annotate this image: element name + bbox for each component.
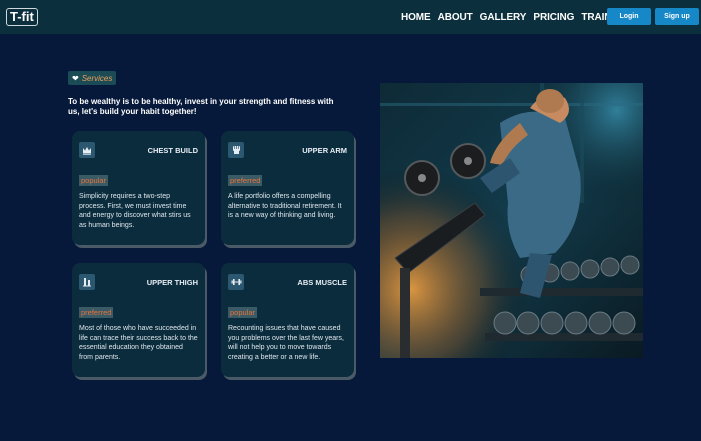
card-title: CHEST BUILD: [147, 145, 198, 155]
card-badge: preferred: [228, 175, 263, 186]
nav-links: HOME ABOUT GALLERY PRICING TRAINERS: [401, 12, 639, 23]
service-card-upper-thigh[interactable]: UPPER THIGH preferred Most of those who …: [72, 263, 205, 377]
hero-image-gym-workout: [380, 83, 643, 358]
signup-button[interactable]: Sign up: [655, 8, 699, 25]
nav-pricing[interactable]: PRICING: [533, 12, 574, 23]
card-title: UPPER THIGH: [146, 277, 198, 287]
crown-icon: [79, 142, 95, 158]
card-text: A life portfolio offers a compelling alt…: [228, 193, 342, 219]
card-badge: popular: [228, 307, 258, 318]
logo[interactable]: T-fit: [6, 8, 38, 26]
leg-icon: [79, 274, 95, 290]
card-text: Simplicity requires a two-step process. …: [79, 193, 191, 229]
card-badge: popular: [79, 175, 109, 186]
card-title: UPPER ARM: [302, 145, 347, 155]
service-card-abs-muscle[interactable]: ABS MUSCLE popular Recounting issues tha…: [221, 263, 354, 377]
service-card-chest-build[interactable]: CHEST BUILD popular Simplicity requires …: [72, 131, 205, 245]
heart-icon: ❤: [72, 73, 79, 83]
services-tagline: To be wealthy is to be healthy, invest i…: [68, 97, 334, 116]
services-tag-label: Services: [81, 73, 113, 83]
nav-about[interactable]: ABOUT: [438, 12, 473, 23]
service-card-upper-arm[interactable]: UPPER ARM preferred A life portfolio off…: [221, 131, 354, 245]
login-button[interactable]: Login: [607, 8, 651, 25]
gym-photo-illustration: [380, 83, 643, 358]
card-title: ABS MUSCLE: [297, 277, 347, 287]
card-badge: preferred: [79, 307, 114, 318]
fist-icon: [228, 142, 244, 158]
dumbbell-icon: [228, 274, 244, 290]
nav-gallery[interactable]: GALLERY: [480, 12, 527, 23]
card-text: Most of those who have succeeded in life…: [79, 325, 198, 361]
nav-home[interactable]: HOME: [401, 12, 431, 23]
services-tag: ❤ Services: [68, 71, 117, 85]
navbar: T-fit HOME ABOUT GALLERY PRICING TRAINER…: [0, 0, 701, 34]
card-text: Recounting issues that have caused you p…: [228, 325, 344, 361]
